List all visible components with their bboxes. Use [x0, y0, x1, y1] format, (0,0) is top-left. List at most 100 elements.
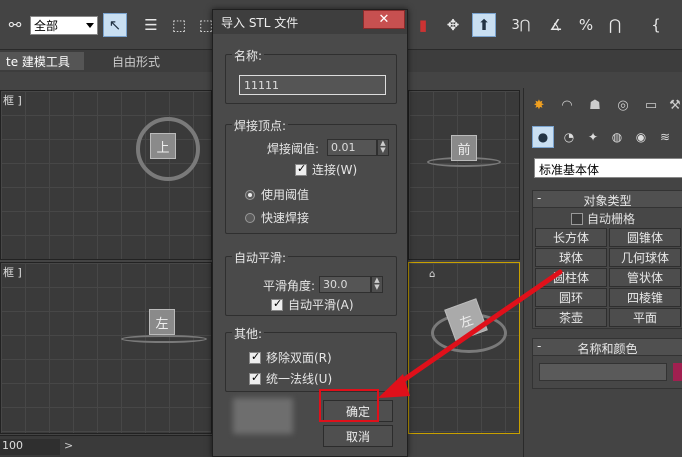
auto-smooth-label: 自动平滑(A) — [288, 298, 354, 312]
tab-modeling-tools[interactable]: te 建模工具 — [0, 52, 84, 70]
viewport-front[interactable]: 前 — [408, 90, 520, 260]
selection-filter-dropdown[interactable]: 全部 — [30, 16, 98, 35]
cancel-button[interactable]: 取消 — [323, 425, 393, 447]
ok-button-highlight — [319, 389, 379, 422]
unify-normals-label: 统一法线(U) — [266, 372, 333, 386]
selection-filter-value: 全部 — [34, 19, 59, 33]
tube-button[interactable]: 管状体 — [609, 268, 681, 287]
connect-checkbox[interactable]: 连接(W) — [295, 161, 357, 178]
angle-snap-icon[interactable]: ∡ — [545, 14, 567, 36]
smooth-angle-spinner[interactable]: 30.0 ▲ ▼ — [319, 276, 383, 293]
radio-use-threshold[interactable]: 使用阈值 — [245, 186, 309, 203]
command-panel-tabs: ✸ ◠ ☗ ◎ ▭ ⚒ — [524, 94, 682, 118]
sphere-button[interactable]: 球体 — [535, 248, 607, 267]
percent-snap-icon[interactable]: % — [575, 14, 597, 36]
button-label: 圆环 — [558, 291, 583, 305]
weld-threshold-label: 焊接阈值: — [267, 142, 320, 156]
auto-grid-checkbox[interactable]: 自动栅格 — [571, 210, 635, 227]
home-icon[interactable]: ⌂ — [429, 269, 435, 280]
snap-counter[interactable]: 3 ⋂ — [510, 14, 532, 36]
import-stl-dialog: 导入 STL 文件 ✕ 名称: 焊接顶点: 焊接阈值: 0.01 ▲▼ 连接(W… — [212, 9, 408, 457]
viewcube[interactable]: 上 — [150, 133, 176, 159]
geosphere-button[interactable]: 几何球体 — [609, 248, 681, 267]
name-color-rollout-header[interactable]: - 名称和颜色 — [532, 338, 682, 356]
cancel-label: 取消 — [345, 429, 370, 444]
torus-button[interactable]: 圆环 — [535, 288, 607, 307]
helpers-icon[interactable]: ◉ — [630, 126, 652, 148]
viewport-perspective[interactable]: 左 ⌂ — [408, 262, 520, 434]
plane-button[interactable]: 平面 — [609, 308, 681, 327]
remove-double-faces-label: 移除双面(R) — [266, 351, 332, 365]
frame-field[interactable]: 100 — [0, 439, 60, 455]
mirror-icon[interactable]: ▮ — [412, 14, 434, 36]
shapes-icon[interactable]: ◔ — [558, 126, 580, 148]
auto-smooth-checkbox[interactable]: 自动平滑(A) — [271, 296, 354, 313]
button-label: 茶壶 — [558, 311, 583, 325]
group-title: 自动平滑: — [232, 249, 289, 266]
radio-dot — [245, 189, 255, 200]
radio-quick-weld[interactable]: 快速焊接 — [245, 209, 309, 226]
cylinder-button[interactable]: 圆柱体 — [535, 268, 607, 287]
viewport-left[interactable]: 框 ] 左 — [0, 262, 212, 434]
spinner-arrows-icon[interactable]: ▲ ▼ — [371, 276, 383, 293]
viewport-top[interactable]: 框 ] 上 — [0, 90, 212, 260]
select-by-name-icon[interactable]: ☰ — [140, 14, 162, 36]
button-label: 圆柱体 — [552, 271, 589, 285]
utilities-tab-icon[interactable]: ⚒ — [664, 94, 682, 116]
group-title: 焊接顶点: — [232, 117, 289, 134]
next-arrow[interactable]: > — [64, 439, 76, 455]
display-tab-icon[interactable]: ▭ — [640, 94, 662, 116]
rect-select-icon[interactable]: ⬚ — [168, 14, 190, 36]
name-input[interactable] — [239, 75, 386, 95]
tab-freeform[interactable]: 自由形式 — [106, 52, 166, 70]
create-tab-icon[interactable]: ✸ — [528, 94, 550, 116]
cameras-icon[interactable]: ◍ — [606, 126, 628, 148]
viewcube-face-label: 左 — [457, 312, 476, 332]
object-color-swatch[interactable] — [673, 363, 682, 381]
checkbox-box — [271, 297, 283, 311]
teapot-button[interactable]: 茶壶 — [535, 308, 607, 327]
auto-grid-label: 自动栅格 — [587, 212, 636, 226]
unify-normals-checkbox[interactable]: 统一法线(U) — [249, 370, 332, 387]
group-title: 名称: — [232, 47, 265, 64]
edit-named-selection-icon[interactable]: { — [645, 14, 667, 36]
box-button[interactable]: 长方体 — [535, 228, 607, 247]
button-label: 四棱锥 — [626, 291, 663, 305]
name-color-rollout — [532, 355, 682, 389]
tab-label: 自由形式 — [112, 54, 161, 69]
viewport-label: 框 ] — [3, 94, 22, 107]
dialog-title: 导入 STL 文件 — [221, 16, 299, 30]
create-categories: ● ◔ ✦ ◍ ◉ ≋ — [532, 126, 682, 150]
geometry-type-dropdown[interactable]: 标准基本体 — [534, 158, 682, 178]
remove-double-faces-checkbox[interactable]: 移除双面(R) — [249, 349, 332, 366]
motion-tab-icon[interactable]: ◎ — [612, 94, 634, 116]
group-title: 其他: — [232, 325, 265, 342]
geometry-icon[interactable]: ● — [532, 126, 554, 148]
viewcube-face-label: 前 — [457, 142, 471, 158]
checkbox-box — [295, 162, 307, 176]
spinner-arrows-icon[interactable]: ▲ ▼ — [377, 139, 389, 156]
spinner-snap-icon[interactable]: ⋂ — [604, 14, 626, 36]
button-label: 管状体 — [626, 271, 663, 285]
hierarchy-tab-icon[interactable]: ☗ — [584, 94, 606, 116]
spacewarps-icon[interactable]: ≋ — [654, 126, 676, 148]
dialog-titlebar[interactable]: 导入 STL 文件 ✕ — [213, 10, 407, 34]
connect-label: 连接(W) — [312, 163, 358, 177]
cone-button[interactable]: 圆锥体 — [609, 228, 681, 247]
weld-threshold-spinner[interactable]: 0.01 ▲ ▼ — [327, 139, 389, 156]
object-type-rollout: 自动栅格 长方体 圆锥体 球体 几何球体 圆柱体 管状体 圆环 四棱锥 茶壶 平… — [532, 207, 682, 329]
blurred-watermark — [233, 398, 293, 434]
viewcube[interactable]: 前 — [451, 135, 477, 161]
button-label: 圆锥体 — [626, 231, 663, 245]
smooth-angle-value: 30.0 — [323, 278, 348, 291]
move-icon[interactable]: ✥ — [442, 14, 464, 36]
pyramid-button[interactable]: 四棱锥 — [609, 288, 681, 307]
modify-tab-icon[interactable]: ◠ — [556, 94, 578, 116]
viewcube[interactable]: 左 — [149, 309, 175, 335]
link-icon[interactable]: ⚯ — [4, 14, 26, 36]
frame-value: 100 — [2, 439, 23, 452]
lights-icon[interactable]: ✦ — [582, 126, 604, 148]
object-type-rollout-header[interactable]: - 对象类型 — [532, 190, 682, 208]
close-button[interactable]: ✕ — [363, 10, 405, 29]
object-name-field[interactable] — [539, 363, 667, 381]
